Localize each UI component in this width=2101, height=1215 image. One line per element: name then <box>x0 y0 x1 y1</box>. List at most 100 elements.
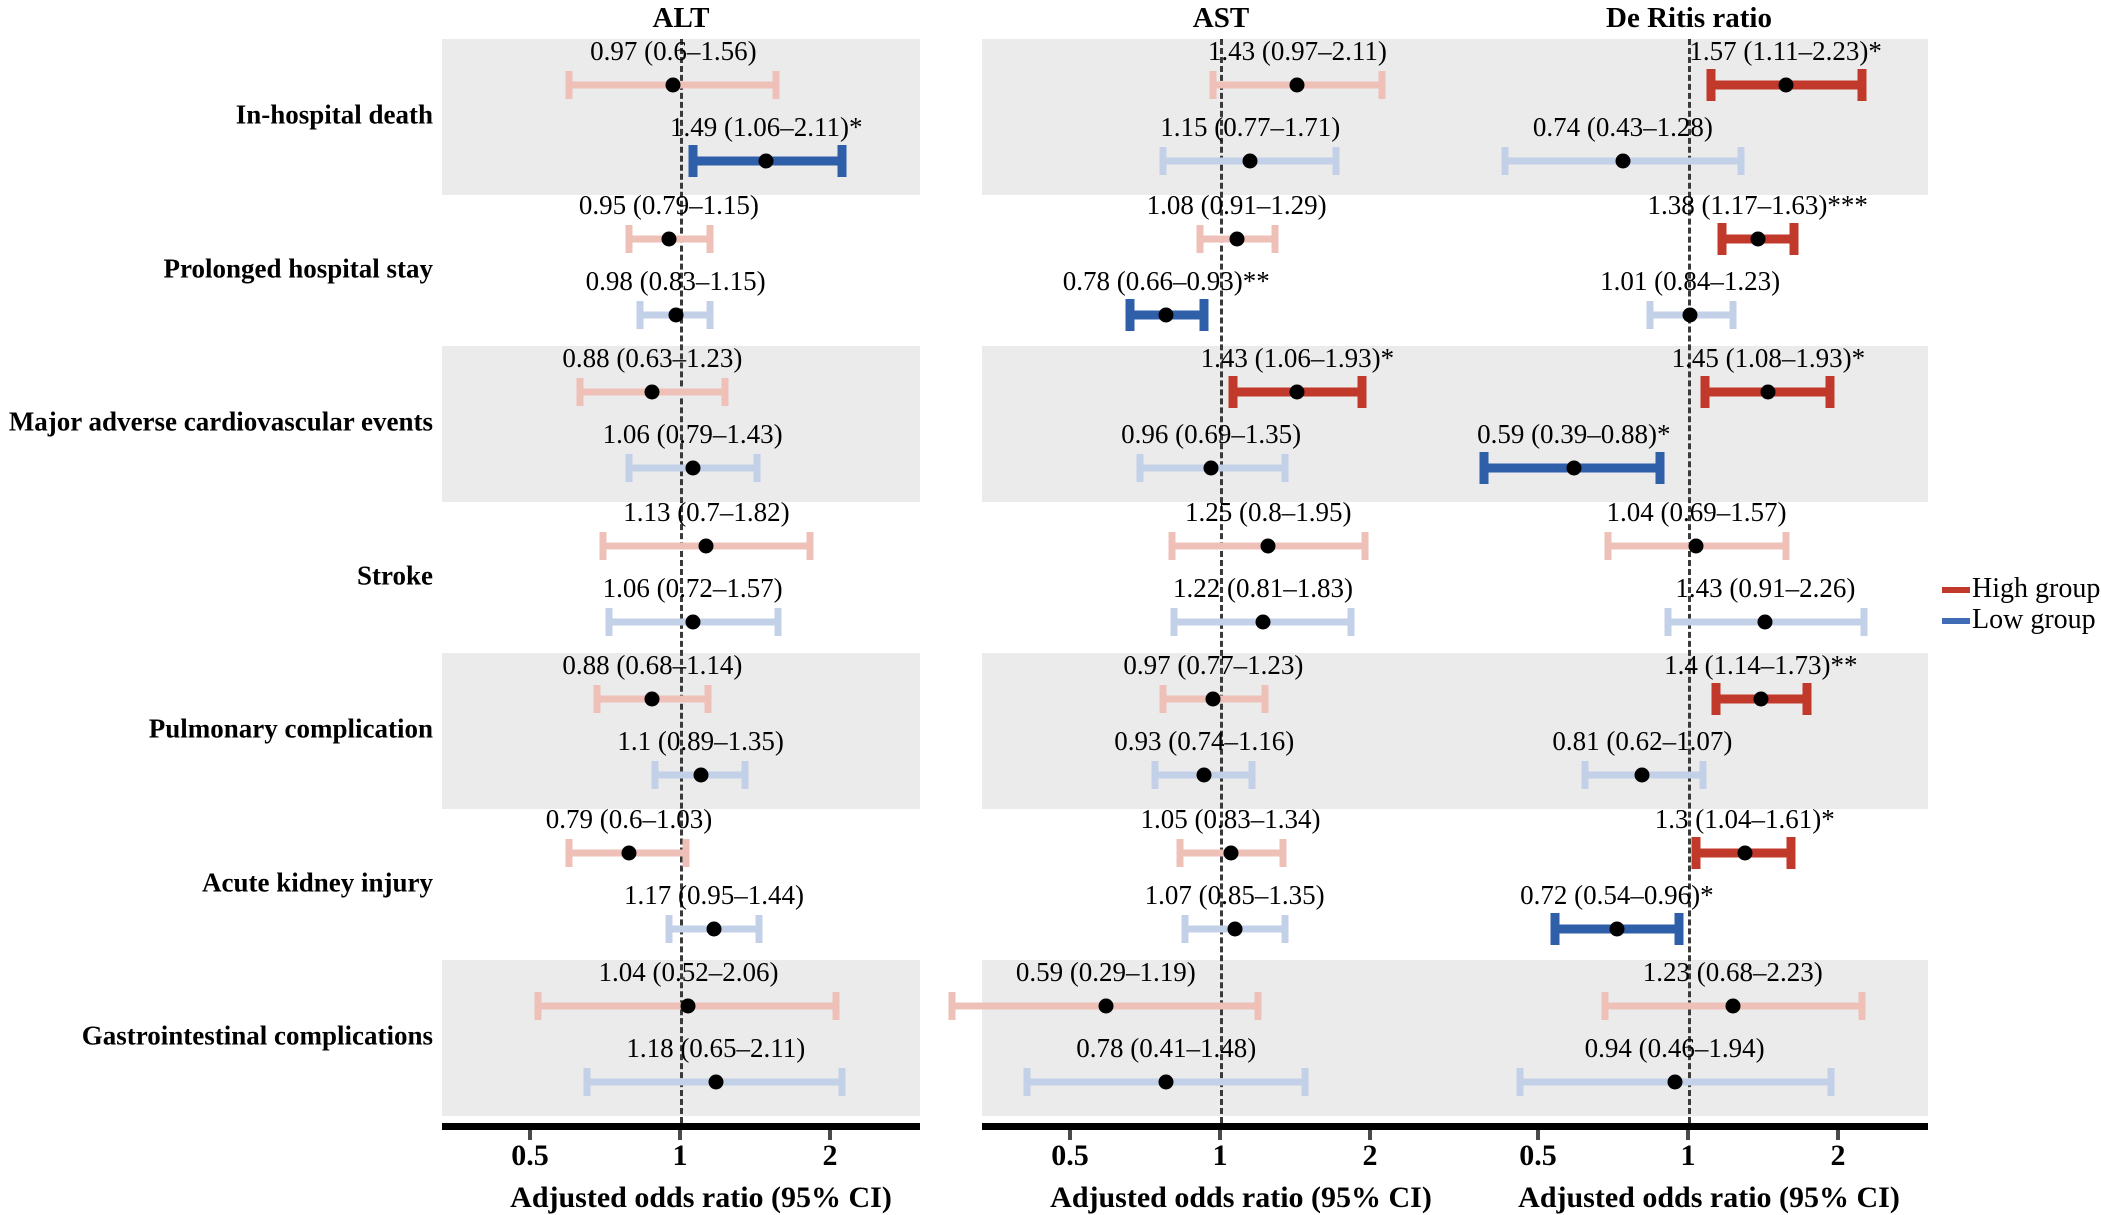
ci-lower-cap <box>636 300 644 329</box>
estimate-label: 0.96 (0.69–1.35) <box>1121 419 1302 449</box>
ci-lower-cap <box>1711 683 1721 715</box>
ci-lower-cap <box>1501 147 1509 175</box>
row-label-3: Major adverse cardiovascular events <box>8 406 433 437</box>
x-axis-tick-label: 1 <box>1212 1139 1228 1172</box>
ci-lower-cap <box>651 761 659 789</box>
ci-upper-cap <box>1281 914 1289 943</box>
estimate-label: 0.94 (0.46–1.94) <box>1584 1033 1765 1063</box>
ci-lower-cap <box>534 992 542 1020</box>
ci-upper-cap <box>721 378 729 406</box>
point-estimate-marker <box>1205 691 1221 707</box>
ci-lower-cap <box>1479 452 1489 484</box>
estimate-label: 1.4 (1.14–1.73)** <box>1664 650 1858 680</box>
ci-upper-cap <box>1786 836 1796 869</box>
ci-lower-cap <box>565 71 573 99</box>
estimate-label: 0.95 (0.79–1.15) <box>578 189 759 220</box>
estimate-label: 1.49 (1.06–2.11)* <box>670 112 863 142</box>
point-estimate-marker <box>698 538 714 553</box>
legend-label: Low group <box>1972 604 2096 635</box>
estimate-label: 0.93 (0.74–1.16) <box>1114 726 1295 756</box>
estimate-label: 0.97 (0.77–1.23) <box>1123 650 1304 680</box>
point-estimate-marker <box>708 1074 724 1090</box>
ci-upper-cap <box>682 838 690 867</box>
point-estimate-marker <box>1750 231 1766 246</box>
point-estimate-marker <box>1566 460 1582 476</box>
estimate-label: 0.98 (0.83–1.15) <box>585 265 766 296</box>
ci-upper-cap <box>1332 147 1340 175</box>
ci-lower-cap <box>583 1068 591 1096</box>
ci-lower-cap <box>948 992 956 1020</box>
ci-upper-cap <box>837 145 847 177</box>
point-estimate-marker <box>1196 767 1212 783</box>
ci-upper-cap <box>1674 912 1684 945</box>
ci-lower-cap <box>1691 836 1701 869</box>
x-axis-line-3 <box>1450 1123 1928 1130</box>
ci-upper-cap <box>774 607 782 636</box>
point-estimate-marker <box>1753 691 1769 707</box>
ci-lower-cap <box>1023 1068 1031 1096</box>
ci-lower-cap <box>1176 838 1184 867</box>
point-estimate-marker <box>1688 538 1704 553</box>
ci-lower-cap <box>688 145 698 177</box>
point-estimate-marker <box>1255 614 1271 629</box>
row-label-2: Prolonged hospital stay <box>163 253 433 283</box>
ci-lower-cap <box>1125 298 1135 331</box>
point-estimate-marker <box>644 384 660 400</box>
row-label-4: Stroke <box>356 560 433 590</box>
estimate-label: 0.59 (0.39–0.88)* <box>1477 419 1671 449</box>
ci-upper-cap <box>838 1068 846 1096</box>
ci-lower-cap <box>1516 1068 1524 1096</box>
estimate-label: 0.97 (0.6–1.56) <box>590 36 757 66</box>
x-axis-title-2: Adjusted odds ratio (95% CI) <box>1050 1181 1432 1214</box>
point-estimate-marker <box>680 998 696 1014</box>
x-axis-title-1: Adjusted odds ratio (95% CI) <box>510 1181 892 1214</box>
ci-upper-cap <box>1827 1068 1835 1096</box>
ci-lower-cap <box>1228 376 1238 408</box>
estimate-label: 1.06 (0.72–1.57) <box>602 572 783 603</box>
ci-lower-cap <box>1700 376 1710 408</box>
point-estimate-marker <box>665 77 681 93</box>
estimate-label: 1.3 (1.04–1.61)* <box>1654 803 1835 834</box>
ci-upper-cap <box>1248 761 1256 789</box>
x-axis-title-3: Adjusted odds ratio (95% CI) <box>1518 1181 1900 1214</box>
x-axis-tick-label: 1 <box>672 1139 688 1172</box>
ci-upper-cap <box>1655 452 1665 484</box>
estimate-label: 0.74 (0.43–1.28) <box>1532 112 1713 142</box>
point-estimate-marker <box>1682 307 1698 322</box>
estimate-label: 0.88 (0.68–1.14) <box>562 650 743 680</box>
estimate-label: 0.78 (0.41–1.48) <box>1076 1033 1257 1063</box>
estimate-label: 1.43 (0.91–2.26) <box>1675 572 1856 603</box>
estimate-label: 1.04 (0.52–2.06) <box>598 957 779 987</box>
point-estimate-marker <box>1725 998 1741 1014</box>
x-axis-tick-label: 1 <box>1680 1139 1696 1172</box>
estimate-label: 0.79 (0.6–1.03) <box>545 803 713 834</box>
ci-upper-cap <box>1254 992 1262 1020</box>
estimate-label: 1.25 (0.8–1.95) <box>1185 496 1352 527</box>
point-estimate-marker <box>1760 384 1776 400</box>
ci-lower-cap <box>625 224 633 253</box>
point-estimate-marker <box>1158 1074 1174 1090</box>
ci-lower-cap <box>593 685 601 713</box>
legend-label: High group <box>1972 573 2101 604</box>
ci-upper-cap <box>1782 531 1790 560</box>
ci-upper-cap <box>741 761 749 789</box>
ci-upper-cap <box>1281 454 1289 482</box>
ci-upper-cap <box>1347 607 1355 636</box>
estimate-label: 0.88 (0.63–1.23) <box>562 343 743 373</box>
ci-lower-cap <box>625 454 633 482</box>
estimate-label: 0.78 (0.66–0.93)** <box>1062 265 1270 296</box>
point-estimate-marker <box>1260 538 1276 553</box>
estimate-label: 1.15 (0.77–1.71) <box>1160 112 1341 142</box>
point-estimate-marker <box>1227 921 1243 936</box>
ci-upper-cap <box>1378 71 1386 99</box>
estimate-label: 1.17 (0.95–1.44) <box>623 879 804 910</box>
ci-upper-cap <box>1857 69 1867 101</box>
point-estimate-marker <box>1203 460 1219 476</box>
estimate-label: 0.59 (0.29–1.19) <box>1015 957 1196 987</box>
ci-upper-cap <box>1802 683 1812 715</box>
ci-lower-cap <box>665 914 673 943</box>
point-estimate-marker <box>685 614 701 629</box>
ci-lower-cap <box>1706 69 1716 101</box>
ci-lower-cap <box>1136 454 1144 482</box>
ci-lower-cap <box>1170 607 1178 636</box>
